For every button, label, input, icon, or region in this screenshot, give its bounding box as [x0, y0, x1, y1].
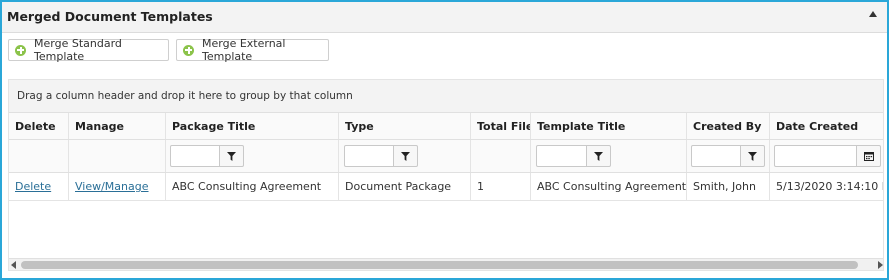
type-filter-input[interactable]	[344, 145, 394, 167]
date-picker-button[interactable]	[857, 145, 881, 167]
scrollbar-thumb[interactable]	[21, 261, 858, 269]
column-header-package-title[interactable]: Package Title	[165, 113, 338, 139]
template-title-cell: ABC Consulting Agreement	[530, 173, 686, 200]
collapse-up-icon[interactable]	[869, 11, 877, 17]
type-filter-button[interactable]	[394, 145, 418, 167]
filter-row	[9, 140, 883, 173]
table-row: Delete View/Manage ABC Consulting Agreem…	[9, 173, 883, 201]
column-header-total-files[interactable]: Total Files	[470, 113, 530, 139]
filter-icon	[594, 151, 603, 161]
plus-circle-icon	[15, 44, 26, 56]
view-manage-link[interactable]: View/Manage	[75, 180, 149, 193]
column-header-created-by[interactable]: Created By	[686, 113, 769, 139]
filter-cell-empty	[68, 140, 165, 172]
panel-header[interactable]: Merged Document Templates	[2, 2, 887, 33]
delete-link[interactable]: Delete	[15, 180, 51, 193]
column-header-date-created[interactable]: Date Created	[769, 113, 883, 139]
group-drop-area[interactable]: Drag a column header and drop it here to…	[9, 80, 883, 113]
delete-cell: Delete	[9, 173, 68, 200]
manage-cell: View/Manage	[68, 173, 165, 200]
column-header-type[interactable]: Type	[338, 113, 470, 139]
panel-title: Merged Document Templates	[7, 9, 213, 24]
filter-icon	[748, 151, 757, 161]
package-title-filter-input[interactable]	[170, 145, 220, 167]
merge-external-template-button[interactable]: Merge External Template	[176, 37, 329, 63]
package-title-filter-button[interactable]	[220, 145, 244, 167]
type-cell: Document Package	[338, 173, 470, 200]
filter-icon	[227, 151, 236, 161]
filter-cell-empty	[470, 140, 530, 172]
created-by-cell: Smith, John	[686, 173, 769, 200]
merge-standard-template-button[interactable]: Merge Standard Template	[8, 37, 169, 63]
template-title-filter-input[interactable]	[536, 145, 587, 167]
plus-circle-icon	[183, 44, 194, 56]
merged-templates-panel: Merged Document Templates Merge Standard…	[0, 0, 889, 280]
merge-standard-template-label: Merge Standard Template	[34, 37, 122, 63]
filter-icon	[401, 151, 410, 161]
grid-header-row: Delete Manage Package Title Type Total F…	[9, 113, 883, 140]
group-hint: Drag a column header and drop it here to…	[17, 90, 353, 102]
templates-grid: Drag a column header and drop it here to…	[8, 79, 884, 271]
horizontal-scrollbar[interactable]	[9, 258, 883, 270]
scroll-right-icon[interactable]	[878, 261, 883, 269]
created-by-filter-button[interactable]	[741, 145, 765, 167]
created-by-filter-input[interactable]	[691, 145, 741, 167]
column-header-template-title[interactable]: Template Title	[530, 113, 686, 139]
scroll-left-icon[interactable]	[11, 261, 16, 269]
package-title-cell: ABC Consulting Agreement	[165, 173, 338, 200]
column-header-delete[interactable]: Delete	[9, 113, 68, 139]
date-created-cell: 5/13/2020 3:14:10 PM	[769, 173, 883, 200]
merge-external-template-label: Merge External Template	[202, 37, 286, 63]
filter-cell-empty	[9, 140, 68, 172]
calendar-icon	[863, 152, 874, 161]
template-title-filter-button[interactable]	[587, 145, 611, 167]
total-files-cell: 1	[470, 173, 530, 200]
column-header-manage[interactable]: Manage	[68, 113, 165, 139]
date-created-filter-input[interactable]	[774, 145, 857, 167]
